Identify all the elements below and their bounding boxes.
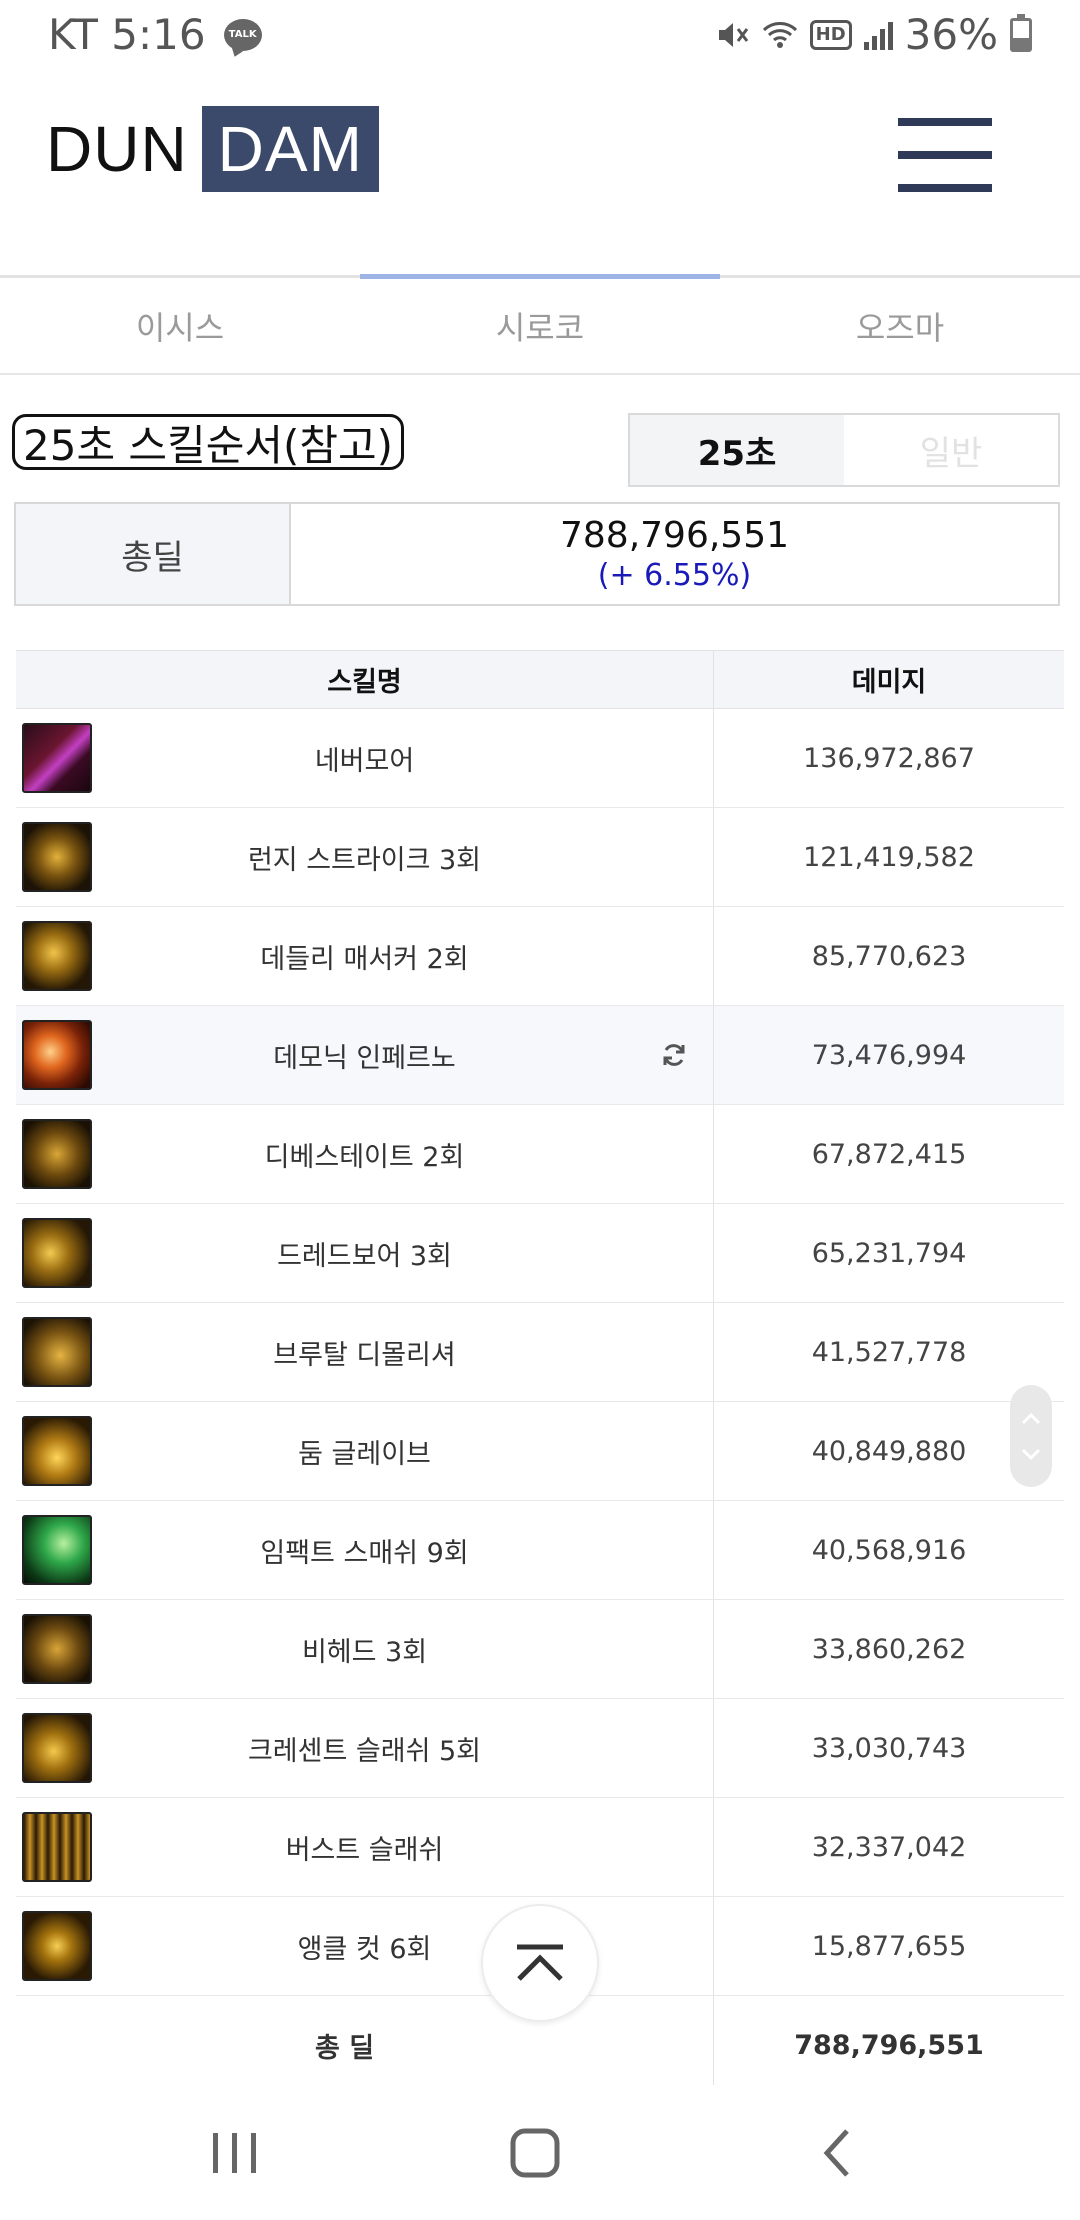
- mode-toggle: 25초 일반: [628, 413, 1060, 487]
- scroll-widget[interactable]: [1010, 1385, 1052, 1487]
- damage-value: 32,337,042: [811, 1831, 967, 1863]
- talk-badge-text: TALK: [228, 29, 257, 40]
- scroll-up-icon[interactable]: [1021, 1406, 1041, 1431]
- logo-text-dun: DUN: [46, 113, 188, 185]
- total-row-value: 788,796,551: [794, 2029, 984, 2061]
- back-to-top-button[interactable]: [481, 1904, 599, 2022]
- home-icon[interactable]: [500, 2125, 570, 2181]
- total-label: 총딜: [16, 504, 291, 604]
- damage-value: 65,231,794: [811, 1237, 967, 1269]
- burst-slash-icon: [22, 1812, 92, 1882]
- brutal-demolisher-icon: [22, 1317, 92, 1387]
- behead-icon: [22, 1614, 92, 1684]
- doom-glaive-icon: [22, 1416, 92, 1486]
- table-row: 데모닉 인페르노 73,476,994: [16, 1006, 1064, 1105]
- toggle-25s-button[interactable]: 25초: [630, 415, 844, 485]
- table-row: 드레드보어 3회 65,231,794: [16, 1204, 1064, 1303]
- skill-name: 데들리 매서커 2회: [260, 943, 469, 975]
- menu-icon[interactable]: [898, 118, 992, 192]
- skill-damage-table: 스킬명 데미지 네버모어 136,972,867 런지 스트라이크 3회 121…: [16, 650, 1064, 2095]
- tab-label: 오즈마: [855, 308, 945, 347]
- scroll-down-icon[interactable]: [1021, 1441, 1041, 1466]
- tab-sirocco[interactable]: 시로코: [360, 274, 720, 373]
- total-change: (+ 6.55%): [597, 558, 752, 593]
- skill-name: 크레센트 슬래쉬 5회: [247, 1735, 482, 1767]
- demonic-inferno-icon: [22, 1020, 92, 1090]
- tab-label: 이시스: [135, 308, 225, 347]
- damage-value: 40,568,916: [811, 1534, 967, 1566]
- logo-text-dam: DAM: [201, 106, 379, 192]
- status-bar: KT 5:16 TALK HD 36%: [0, 0, 1080, 72]
- total-damage-box: 총딜 788,796,551 (+ 6.55%): [14, 502, 1060, 606]
- table-row: 런지 스트라이크 3회 121,419,582: [16, 808, 1064, 907]
- status-left: KT 5:16 TALK: [48, 10, 262, 59]
- battery-icon: [1010, 13, 1032, 52]
- damage-value: 67,872,415: [811, 1138, 967, 1170]
- table-row: 브루탈 디몰리셔 41,527,778: [16, 1303, 1064, 1402]
- skill-name: 앵클 컷 6회: [297, 1933, 432, 1965]
- crescent-slash-icon: [22, 1713, 92, 1783]
- site-header: DUN DAM: [0, 80, 1080, 275]
- damage-value: 73,476,994: [811, 1039, 967, 1071]
- skill-name: 드레드보어 3회: [277, 1240, 452, 1272]
- damage-value: 33,030,743: [811, 1732, 967, 1764]
- skill-name: 네버모어: [314, 745, 415, 777]
- lunge-strike-icon: [22, 822, 92, 892]
- skill-name: 임팩트 스매쉬 9회: [260, 1537, 469, 1569]
- ankle-cut-icon: [22, 1911, 92, 1981]
- dreadbore-icon: [22, 1218, 92, 1288]
- battery-percent: 36%: [904, 10, 998, 59]
- status-right: HD 36%: [716, 10, 1032, 59]
- nevermore-icon: [22, 723, 92, 793]
- back-icon[interactable]: [805, 2125, 875, 2181]
- table-row: 크레센트 슬래쉬 5회 33,030,743: [16, 1699, 1064, 1798]
- carrier-time: KT 5:16: [48, 10, 206, 59]
- damage-value: 136,972,867: [803, 742, 975, 774]
- skill-name: 디베스테이트 2회: [264, 1141, 465, 1173]
- table-header: 스킬명 데미지: [16, 651, 1064, 709]
- skill-name: 둠 글레이브: [298, 1438, 431, 1470]
- total-values: 788,796,551 (+ 6.55%): [291, 504, 1058, 604]
- recent-apps-icon[interactable]: [200, 2125, 270, 2181]
- tab-isis[interactable]: 이시스: [0, 278, 360, 373]
- table-row: 버스트 슬래쉬 32,337,042: [16, 1798, 1064, 1897]
- header-skill-name: 스킬명: [16, 651, 714, 708]
- mute-icon: [716, 19, 750, 51]
- damage-value: 15,877,655: [811, 1930, 967, 1962]
- wifi-icon: [762, 19, 798, 51]
- damage-value: 33,860,262: [811, 1633, 967, 1665]
- table-row: 비헤드 3회 33,860,262: [16, 1600, 1064, 1699]
- table-row: 임팩트 스매쉬 9회 40,568,916: [16, 1501, 1064, 1600]
- deadly-massacre-icon: [22, 921, 92, 991]
- skill-name: 비헤드 3회: [301, 1636, 428, 1668]
- system-nav-bar: [0, 2085, 1080, 2220]
- total-value: 788,796,551: [559, 515, 790, 556]
- skill-name: 브루탈 디몰리셔: [273, 1339, 456, 1371]
- table-row: 네버모어 136,972,867: [16, 709, 1064, 808]
- section-title: 25초 스킬순서(참고): [12, 414, 405, 470]
- toggle-normal-button[interactable]: 일반: [844, 415, 1058, 485]
- tab-ozma[interactable]: 오즈마: [720, 278, 1080, 373]
- raid-tabs: 이시스 시로코 오즈마: [0, 274, 1080, 375]
- impact-smash-icon: [22, 1515, 92, 1585]
- refresh-icon[interactable]: [659, 1040, 689, 1070]
- table-row: 디베스테이트 2회 67,872,415: [16, 1105, 1064, 1204]
- skill-name: 런지 스트라이크 3회: [247, 844, 482, 876]
- damage-value: 41,527,778: [811, 1336, 967, 1368]
- skill-name: 데모닉 인페르노: [273, 1042, 456, 1074]
- skill-name: 버스트 슬래쉬: [285, 1834, 444, 1866]
- tab-label: 시로코: [495, 308, 585, 347]
- hd-voice-icon: HD: [809, 19, 852, 50]
- table-row: 데들리 매서커 2회 85,770,623: [16, 907, 1064, 1006]
- dundam-logo[interactable]: DUN DAM: [46, 106, 379, 192]
- damage-value: 121,419,582: [803, 841, 975, 873]
- table-row: 둠 글레이브 40,849,880: [16, 1402, 1064, 1501]
- kakaotalk-icon: TALK: [223, 18, 262, 51]
- header-damage: 데미지: [851, 667, 927, 698]
- chevron-up-icon: [517, 1944, 563, 1981]
- signal-icon: [863, 20, 893, 50]
- devastate-icon: [22, 1119, 92, 1189]
- total-row-label: 총 딜: [314, 2032, 375, 2064]
- damage-value: 85,770,623: [811, 940, 967, 972]
